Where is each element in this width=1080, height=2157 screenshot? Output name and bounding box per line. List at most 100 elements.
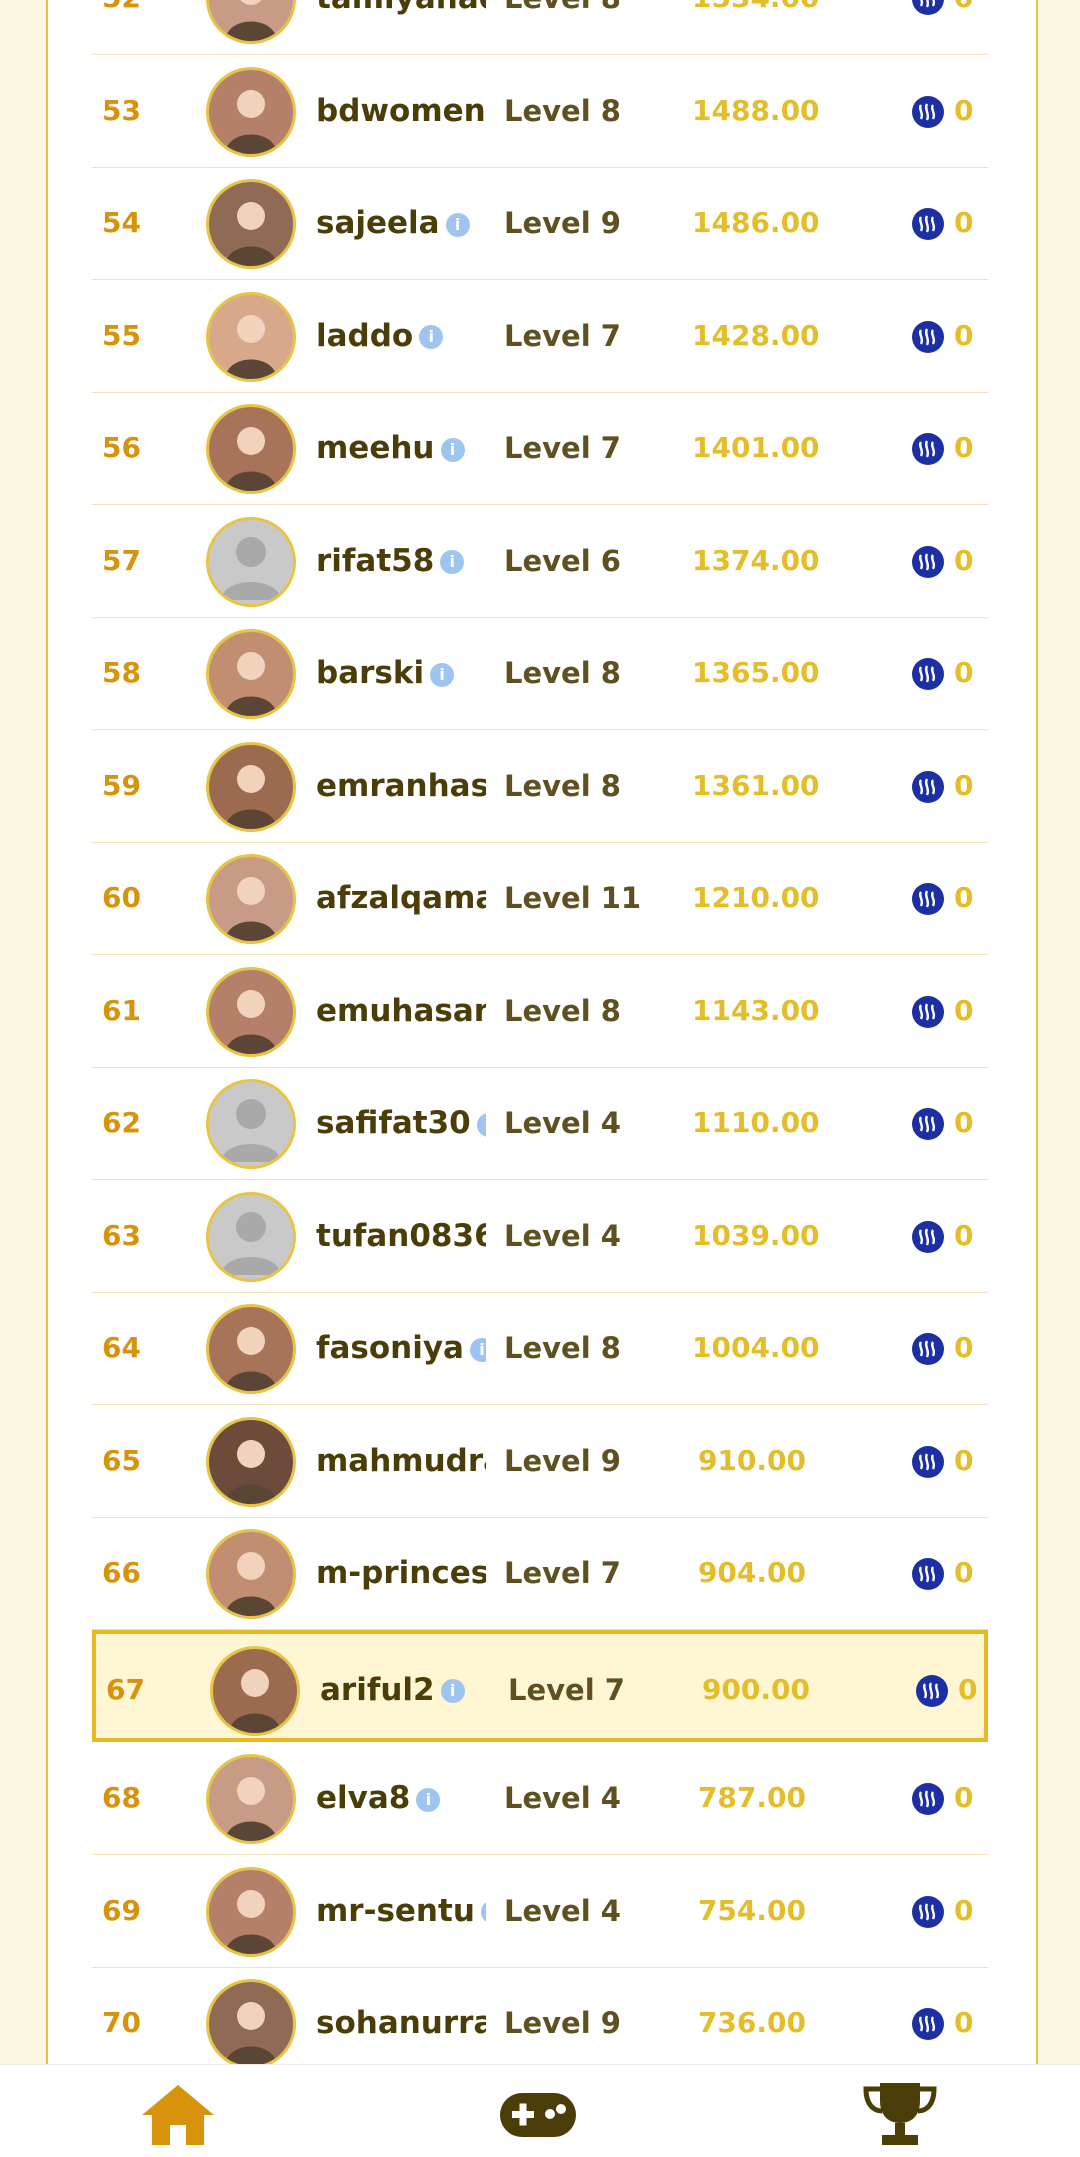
table-row[interactable]: 59 emranhasa Level 8 1361.00 0	[92, 730, 988, 843]
rank-number: 59	[102, 768, 141, 802]
username[interactable]: mr-sentui	[316, 1855, 486, 1967]
steem-icon	[912, 1108, 944, 1140]
current-user-row[interactable]: 67 ariful2 i Level 7 900.00 0	[92, 1629, 988, 1742]
username[interactable]: sajeela i	[316, 167, 486, 279]
table-row[interactable]: 52 tamiyahaqi Level 8 1534.00 0	[92, 0, 988, 55]
reward-value: 0	[954, 656, 974, 689]
avatar[interactable]	[206, 1529, 296, 1619]
avatar[interactable]	[206, 516, 296, 607]
avatar[interactable]	[206, 0, 296, 44]
avatar[interactable]	[206, 1866, 296, 1957]
username[interactable]: rifat58 i	[316, 505, 486, 617]
points-value: 910.00	[697, 1443, 806, 1477]
reward: 0	[912, 1180, 973, 1292]
points-value: 1110.00	[692, 1106, 820, 1139]
reward: 0	[912, 1855, 973, 1967]
avatar[interactable]	[206, 179, 296, 269]
username[interactable]: ariful2 i	[320, 1634, 490, 1746]
username[interactable]: fasoniya i	[316, 1292, 486, 1404]
username-text: barski	[316, 655, 425, 691]
username[interactable]: bdwomeni	[316, 55, 486, 167]
username[interactable]: laddo i	[316, 280, 486, 392]
points-value: 1488.00	[692, 93, 820, 127]
reward-value: 0	[954, 993, 974, 1027]
avatar[interactable]	[206, 854, 296, 944]
username[interactable]: elva8 i	[316, 1742, 486, 1854]
info-icon[interactable]: i	[469, 1337, 486, 1362]
username[interactable]: m-princess	[316, 1517, 486, 1629]
username[interactable]: mahmudrah	[316, 1405, 486, 1517]
level-label: Level 4	[504, 1893, 621, 1928]
table-row[interactable]: 68 elva8 i Level 4 787.00 0	[92, 1742, 988, 1855]
points-value: 904.00	[697, 1556, 806, 1589]
rank-number: 62	[102, 1106, 141, 1139]
avatar[interactable]	[206, 966, 296, 1057]
level-label: Level 8	[504, 93, 621, 128]
table-row[interactable]: 65 mahmudrah Level 9 910.00 0	[92, 1405, 988, 1518]
username-text: ariful2	[320, 1671, 435, 1708]
table-row[interactable]: 64 fasoniya i Level 8 1004.00 0	[92, 1292, 988, 1405]
reward: 0	[912, 505, 973, 617]
username[interactable]: tamiyahaqi	[316, 0, 486, 54]
avatar[interactable]	[206, 404, 296, 494]
username[interactable]: sohanurrah	[316, 1967, 486, 2079]
table-row[interactable]: 63 tufan0836i Level 4 1039.00 0	[92, 1180, 988, 1293]
avatar[interactable]	[210, 1645, 300, 1736]
table-row[interactable]: 57 rifat58 i Level 6 1374.00 0	[92, 505, 988, 618]
table-row[interactable]: 58 barski i Level 8 1365.00 0	[92, 617, 988, 730]
reward: 0	[912, 1517, 973, 1629]
username[interactable]: afzalqamar	[316, 842, 486, 954]
reward-value: 0	[954, 1556, 974, 1589]
info-icon[interactable]: i	[416, 1787, 441, 1812]
avatar[interactable]	[206, 629, 296, 719]
table-row[interactable]: 69 mr-sentui Level 4 754.00 0	[92, 1855, 988, 1968]
level-label: Level 7	[504, 1556, 621, 1590]
username[interactable]: emuhasani	[316, 955, 486, 1067]
rank-number: 63	[102, 1218, 141, 1252]
avatar[interactable]	[206, 1979, 296, 2069]
info-icon[interactable]: i	[480, 1900, 486, 1924]
username[interactable]: barski i	[316, 617, 486, 729]
table-row[interactable]: 55 laddo i Level 7 1428.00 0	[92, 280, 988, 393]
username-text: safifat30	[316, 1105, 471, 1141]
steem-icon	[912, 1333, 944, 1365]
info-icon[interactable]: i	[445, 212, 470, 237]
table-row[interactable]: 61 emuhasani Level 8 1143.00 0	[92, 955, 988, 1068]
avatar[interactable]	[206, 1191, 296, 1282]
info-icon[interactable]: i	[440, 550, 465, 574]
reward-value: 0	[954, 318, 974, 352]
table-row[interactable]: 66 m-princess Level 7 904.00 0	[92, 1517, 988, 1630]
steem-icon	[912, 1783, 944, 1815]
username[interactable]: meehu i	[316, 392, 486, 504]
avatar[interactable]	[206, 741, 296, 832]
home-icon[interactable]	[138, 2079, 218, 2149]
info-icon[interactable]: i	[476, 1112, 486, 1137]
username[interactable]: safifat30i	[316, 1067, 486, 1179]
points-value: 787.00	[697, 1781, 806, 1814]
rank-number: 55	[102, 318, 141, 352]
username[interactable]: emranhasa	[316, 730, 486, 842]
avatar[interactable]	[206, 1079, 296, 1169]
info-icon[interactable]: i	[419, 325, 444, 349]
username[interactable]: tufan0836i	[316, 1180, 486, 1292]
table-row[interactable]: 54 sajeela i Level 9 1486.00 0	[92, 167, 988, 280]
table-row[interactable]: 53 bdwomeni Level 8 1488.00 0	[92, 55, 988, 168]
avatar[interactable]	[206, 66, 296, 157]
table-row[interactable]: 56 meehu i Level 7 1401.00 0	[92, 392, 988, 505]
points-value: 754.00	[697, 1893, 806, 1927]
info-icon[interactable]: i	[430, 662, 455, 687]
avatar[interactable]	[206, 1304, 296, 1394]
bottom-nav	[0, 2064, 1080, 2157]
table-row[interactable]: 60 afzalqamar Level 11 1210.00 0	[92, 842, 988, 955]
rank-number: 69	[102, 1893, 141, 1927]
avatar[interactable]	[206, 1754, 296, 1844]
steem-icon	[912, 1445, 944, 1478]
gamepad-icon[interactable]	[498, 2079, 578, 2149]
level-label: Level 9	[504, 206, 621, 240]
avatar[interactable]	[206, 1416, 296, 1507]
info-icon[interactable]: i	[440, 437, 465, 462]
trophy-icon[interactable]	[860, 2079, 940, 2149]
table-row[interactable]: 62 safifat30i Level 4 1110.00 0	[92, 1067, 988, 1180]
info-icon[interactable]: i	[440, 1679, 465, 1703]
avatar[interactable]	[206, 291, 296, 382]
